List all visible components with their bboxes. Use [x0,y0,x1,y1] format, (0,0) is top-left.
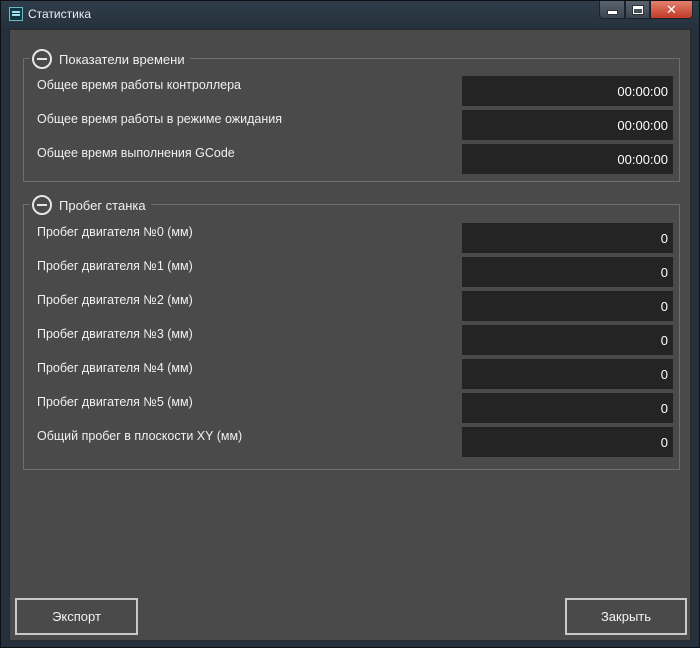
stat-value: 0 [462,325,673,355]
stat-value: 0 [462,359,673,389]
maximize-icon [631,4,644,15]
window-controls: ✕ [599,1,693,20]
stat-value: 00:00:00 [462,144,673,174]
minimize-icon [606,10,618,15]
stat-label: Общее время работы в режиме ожидания [37,112,283,126]
stat-label: Пробег двигателя №5 (мм) [37,395,193,409]
stat-label: Общее время выполнения GCode [37,146,235,160]
maximize-button[interactable] [625,1,650,19]
machine-mileage-group: Пробег станка Пробег двигателя №0 (мм) 0… [23,193,680,470]
stat-label: Пробег двигателя №1 (мм) [37,259,193,273]
stat-value: 0 [462,257,673,287]
stat-value: 0 [462,393,673,423]
stat-row-motor-4: Пробег двигателя №4 (мм) 0 [24,359,679,389]
stat-label: Общее время работы контроллера [37,78,241,92]
time-metrics-group: Показатели времени Общее время работы ко… [23,47,680,182]
stat-label: Общий пробег в плоскости XY (мм) [37,429,243,443]
stat-value: 00:00:00 [462,110,673,140]
stat-value: 0 [462,223,673,253]
stat-row-gcode-time: Общее время выполнения GCode 00:00:00 [24,144,679,174]
statistics-window: Статистика ✕ Показатели времени Общее вр… [0,0,700,648]
collapse-icon[interactable] [32,49,52,69]
stat-label: Пробег двигателя №4 (мм) [37,361,193,375]
close-icon: ✕ [666,1,677,17]
machine-mileage-header[interactable]: Пробег станка [30,193,151,217]
minimize-button[interactable] [599,1,625,19]
group-title: Показатели времени [59,51,185,67]
stat-label: Пробег двигателя №0 (мм) [37,225,193,239]
stat-row-motor-3: Пробег двигателя №3 (мм) 0 [24,325,679,355]
app-icon [9,7,23,21]
stat-value: 00:00:00 [462,76,673,106]
stat-row-idle-time: Общее время работы в режиме ожидания 00:… [24,110,679,140]
time-metrics-header[interactable]: Показатели времени [30,47,190,71]
close-window-button[interactable]: ✕ [650,1,693,19]
stat-row-motor-5: Пробег двигателя №5 (мм) 0 [24,393,679,423]
stat-row-motor-1: Пробег двигателя №1 (мм) 0 [24,257,679,287]
export-button[interactable]: Экспорт [15,598,138,635]
stat-row-xy-total: Общий пробег в плоскости XY (мм) 0 [24,427,679,457]
stat-row-controller-uptime: Общее время работы контроллера 00:00:00 [24,76,679,106]
stat-label: Пробег двигателя №2 (мм) [37,293,193,307]
group-title: Пробег станка [59,197,146,213]
stat-value: 0 [462,291,673,321]
client-area: Показатели времени Общее время работы ко… [9,29,691,641]
stat-label: Пробег двигателя №3 (мм) [37,327,193,341]
stat-row-motor-2: Пробег двигателя №2 (мм) 0 [24,291,679,321]
close-button[interactable]: Закрыть [565,598,687,635]
stat-row-motor-0: Пробег двигателя №0 (мм) 0 [24,223,679,253]
window-title: Статистика [28,7,92,21]
collapse-icon[interactable] [32,195,52,215]
title-bar[interactable]: Статистика ✕ [1,1,699,29]
stat-value: 0 [462,427,673,457]
